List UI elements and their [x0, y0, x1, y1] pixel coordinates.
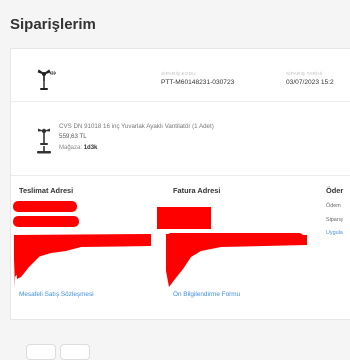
delivery-address-heading: Teslimat Adresi [19, 186, 74, 195]
page-title: Siparişlerim [10, 16, 96, 33]
two-way-arrow-icon: ⇹ [49, 68, 57, 78]
divider [11, 101, 350, 102]
store-info: Mağaza: 1d3k [59, 145, 97, 151]
store-label: Mağaza: [59, 145, 83, 151]
bottom-controls [10, 334, 350, 360]
control-button[interactable] [26, 344, 56, 360]
order-code: PTT-M60148231-030723 [161, 79, 235, 86]
divider [11, 175, 350, 176]
control-button[interactable] [60, 344, 90, 360]
product-price: 559,63 TL [59, 133, 87, 140]
pre-info-form-link[interactable]: Ön Bilgilendirme Formu [173, 291, 240, 298]
order-date-label: SİPARİŞ TARİHİ [286, 71, 323, 76]
product-fan-icon [35, 125, 53, 155]
order-code-label: SİPARİŞ KODU [161, 71, 196, 76]
order-card: ⇹ SİPARİŞ KODU PTT-M60148231-030723 SİPA… [10, 48, 350, 320]
redaction-marks [13, 201, 307, 289]
invoice-address-heading: Fatura Adresi [173, 186, 221, 195]
payment-heading: Öder [326, 186, 344, 195]
store-name[interactable]: 1d3k [84, 145, 98, 151]
distance-contract-link[interactable]: Mesafeli Satış Sözleşmesi [19, 291, 94, 298]
product-name[interactable]: CVS DN 91018 16 inç Yuvarlak Ayaklı Vant… [59, 123, 214, 130]
order-date: 03/07/2023 15:2 [286, 79, 334, 86]
